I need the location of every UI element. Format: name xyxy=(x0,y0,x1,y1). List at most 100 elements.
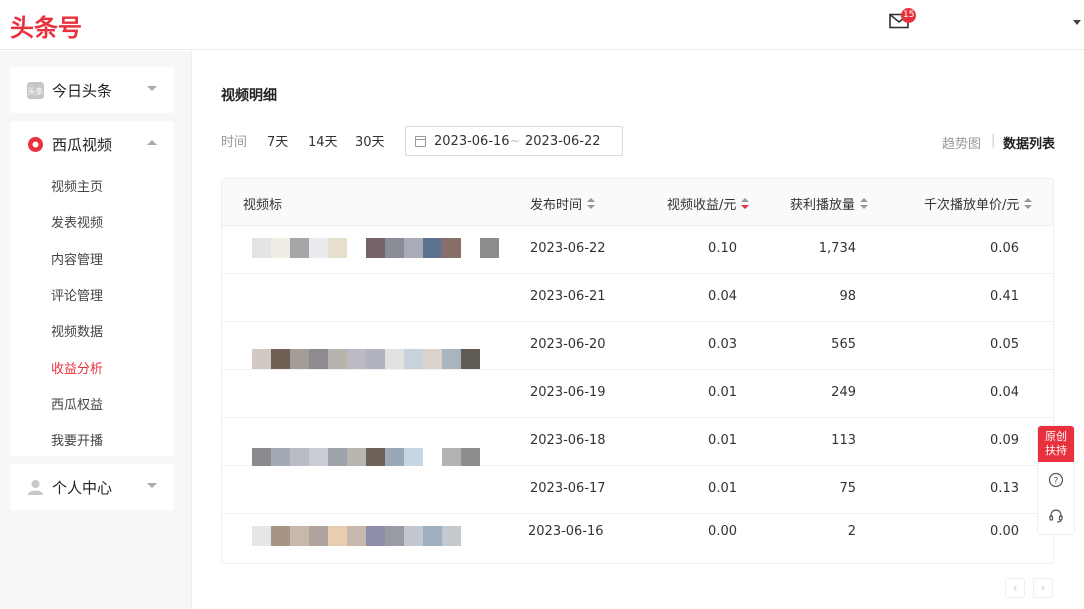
cell-rpm: 0.05 xyxy=(990,337,1019,352)
video-detail-table: 视频标 发布时间 视频收益/元 获利播放量 千次播放单价/元 2023-06-2… xyxy=(221,178,1054,564)
date-end: 2023-06-22 xyxy=(525,134,601,149)
sidebar-item-video-data[interactable]: 视频数据 xyxy=(51,321,103,340)
svg-text:?: ? xyxy=(1054,477,1059,487)
table-header: 视频标 发布时间 视频收益/元 获利播放量 千次播放单价/元 xyxy=(222,179,1053,226)
toutiao-icon: 头条 xyxy=(27,82,44,99)
table-row[interactable]: 2023-06-19 0.01 249 0.04 xyxy=(222,370,1053,418)
col-header-video-title: 视频标 xyxy=(243,198,283,213)
main-content: 视频明细 时间 7天 14天 30天 2023-06-16 ~ 2023-06-… xyxy=(192,51,1084,609)
app-logo[interactable]: 头条号 xyxy=(10,8,82,43)
cell-rpm: 0.06 xyxy=(990,241,1019,256)
cell-publish-date: 2023-06-18 xyxy=(530,433,606,448)
sort-icon xyxy=(587,198,596,210)
cell-plays: 98 xyxy=(839,289,856,304)
cell-rpm: 0.41 xyxy=(990,289,1019,304)
cell-plays: 565 xyxy=(831,337,856,352)
xigua-icon xyxy=(28,137,43,152)
sidebar-group-label: 个人中心 xyxy=(52,479,113,497)
table-row[interactable]: 2023-06-21 0.04 98 0.41 xyxy=(222,274,1053,322)
time-filter-label: 时间 xyxy=(221,135,248,150)
user-icon xyxy=(28,480,43,495)
sort-desc-icon xyxy=(741,198,750,210)
sidebar-group-toutiao[interactable]: 头条 今日头条 xyxy=(10,67,174,113)
sidebar-item-publish-video[interactable]: 发表视频 xyxy=(51,212,103,231)
user-menu-caret-icon[interactable] xyxy=(1073,20,1081,25)
table-row[interactable]: 2023-06-20 0.03 565 0.05 xyxy=(222,322,1053,370)
sidebar: 头条 今日头条 西瓜视频 视频主页 发表视频 内容管理 评论管理 视频数据 收益… xyxy=(0,51,192,609)
cell-plays: 113 xyxy=(831,433,856,448)
floating-toolbar: 原创 扶持 ? xyxy=(1037,425,1075,535)
sidebar-group-xigua: 西瓜视频 视频主页 发表视频 内容管理 评论管理 视频数据 收益分析 西瓜权益 … xyxy=(10,121,174,456)
sort-icon xyxy=(1024,198,1033,210)
sidebar-group-personal[interactable]: 个人中心 xyxy=(10,464,174,510)
col-header-label: 发布时间 xyxy=(530,198,583,213)
svg-text:头条: 头条 xyxy=(28,86,44,96)
col-header-rpm[interactable]: 千次播放单价/元 xyxy=(924,194,1033,213)
chevron-down-icon xyxy=(147,86,157,91)
cell-publish-date: 2023-06-21 xyxy=(530,289,606,304)
chevron-down-icon xyxy=(147,483,157,488)
cell-income: 0.00 xyxy=(708,524,737,539)
cell-rpm: 0.13 xyxy=(990,481,1019,496)
date-range-picker[interactable]: 2023-06-16 ~ 2023-06-22 xyxy=(405,126,623,156)
cell-income: 0.01 xyxy=(708,385,737,400)
cell-publish-date: 2023-06-20 xyxy=(530,337,606,352)
original-support-label-1: 原创 xyxy=(1045,430,1067,443)
top-bar: 头条号 15 xyxy=(0,0,1084,50)
mail-badge: 15 xyxy=(901,8,917,23)
view-list-tab[interactable]: 数据列表 xyxy=(1003,133,1055,152)
sidebar-group-label: 今日头条 xyxy=(52,82,113,100)
view-trend-tab[interactable]: 趋势图 xyxy=(942,133,981,152)
blurred-video-title xyxy=(252,349,480,369)
cell-plays: 1,734 xyxy=(818,241,856,256)
table-row[interactable]: 2023-06-16 0.00 2 0.00 xyxy=(222,514,1053,562)
col-header-label: 千次播放单价/元 xyxy=(924,198,1020,213)
original-support-button[interactable]: 原创 扶持 xyxy=(1038,426,1074,462)
cell-publish-date: 2023-06-16 xyxy=(528,524,604,539)
sort-icon xyxy=(860,198,869,210)
page-title: 视频明细 xyxy=(221,88,277,104)
sidebar-item-comment-manage[interactable]: 评论管理 xyxy=(51,285,103,304)
cell-plays: 75 xyxy=(839,481,856,496)
cell-rpm: 0.04 xyxy=(990,385,1019,400)
table-row[interactable]: 2023-06-22 0.10 1,734 0.06 xyxy=(222,226,1053,274)
cell-income: 0.01 xyxy=(708,433,737,448)
table-row[interactable]: 2023-06-18 0.01 113 0.09 xyxy=(222,418,1053,468)
sidebar-item-content-manage[interactable]: 内容管理 xyxy=(51,249,103,268)
sidebar-item-xigua-rights[interactable]: 西瓜权益 xyxy=(51,394,103,413)
calendar-icon xyxy=(415,136,426,147)
blurred-video-title xyxy=(252,448,480,468)
question-icon[interactable]: ? xyxy=(1048,472,1064,488)
cell-rpm: 0.00 xyxy=(990,524,1019,539)
col-header-label: 获利播放量 xyxy=(790,198,856,213)
cell-income: 0.01 xyxy=(708,481,737,496)
cell-plays: 2 xyxy=(847,524,856,539)
original-support-label-2: 扶持 xyxy=(1045,444,1067,457)
col-header-publish-time[interactable]: 发布时间 xyxy=(530,194,596,213)
cell-income: 0.03 xyxy=(708,337,737,352)
range-14-days-button[interactable]: 14天 xyxy=(308,131,338,150)
date-separator: ~ xyxy=(510,134,521,148)
sidebar-item-revenue-analysis[interactable]: 收益分析 xyxy=(51,358,103,377)
pager-next-button[interactable]: › xyxy=(1033,578,1053,598)
cell-income: 0.04 xyxy=(708,289,737,304)
view-divider: | xyxy=(991,133,996,148)
headset-icon[interactable] xyxy=(1048,508,1064,524)
cell-plays: 249 xyxy=(831,385,856,400)
chevron-up-icon xyxy=(147,140,157,145)
cell-rpm: 0.09 xyxy=(990,433,1019,448)
pager-prev-button[interactable]: ‹ xyxy=(1005,578,1025,598)
range-7-days-button[interactable]: 7天 xyxy=(267,131,288,150)
sidebar-group-label: 西瓜视频 xyxy=(52,136,113,154)
col-header-income[interactable]: 视频收益/元 xyxy=(667,194,750,213)
range-30-days-button[interactable]: 30天 xyxy=(355,131,385,150)
date-start: 2023-06-16 xyxy=(434,134,510,149)
sidebar-group-xigua-head[interactable]: 西瓜视频 xyxy=(10,121,174,167)
col-header-plays[interactable]: 获利播放量 xyxy=(790,194,869,213)
sidebar-item-start-live[interactable]: 我要开播 xyxy=(51,430,103,449)
table-row[interactable]: 2023-06-17 0.01 75 0.13 xyxy=(222,466,1053,514)
cell-publish-date: 2023-06-19 xyxy=(530,385,606,400)
cell-publish-date: 2023-06-22 xyxy=(530,241,606,256)
sidebar-item-video-home[interactable]: 视频主页 xyxy=(51,176,103,195)
blurred-video-title xyxy=(252,238,499,258)
